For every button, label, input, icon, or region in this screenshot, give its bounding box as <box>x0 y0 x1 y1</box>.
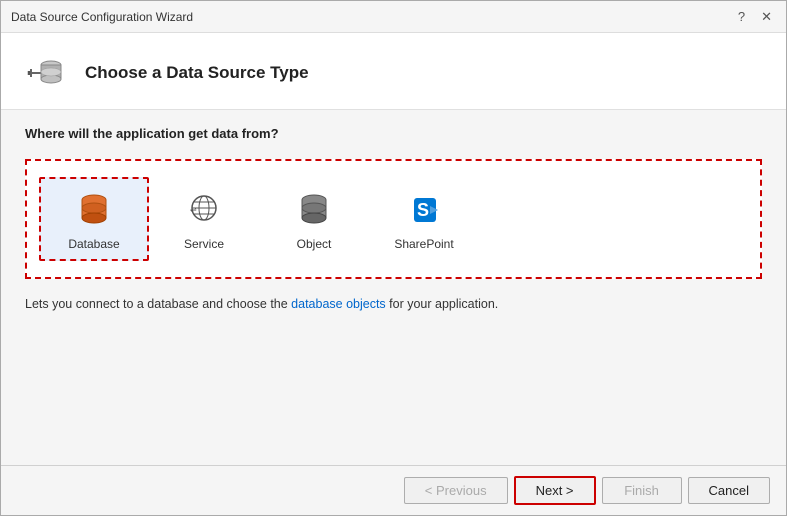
next-button[interactable]: Next > <box>514 476 596 505</box>
dialog-window: Data Source Configuration Wizard ? ✕ Cho… <box>0 0 787 516</box>
object-icon <box>291 187 337 233</box>
header-section: Choose a Data Source Type <box>1 33 786 110</box>
svg-text:⇌: ⇌ <box>190 205 197 214</box>
sharepoint-icon: S <box>401 187 447 233</box>
datasource-database-label: Database <box>68 237 119 251</box>
cancel-button[interactable]: Cancel <box>688 477 770 504</box>
titlebar-buttons: ? ✕ <box>734 9 776 25</box>
service-icon: ⇌ <box>181 187 227 233</box>
header-title: Choose a Data Source Type <box>85 63 309 83</box>
description-link: database objects <box>291 297 386 311</box>
datasource-selection-box: Database ⇌ Service <box>25 159 762 279</box>
question-label: Where will the application get data from… <box>25 126 762 141</box>
svg-text:S: S <box>417 200 429 220</box>
datasource-service-label: Service <box>184 237 224 251</box>
previous-button[interactable]: < Previous <box>404 477 508 504</box>
header-db-icon <box>23 51 67 95</box>
datasource-item-database[interactable]: Database <box>39 177 149 261</box>
finish-button[interactable]: Finish <box>602 477 682 504</box>
footer-section: < Previous Next > Finish Cancel <box>1 465 786 515</box>
database-icon <box>71 187 117 233</box>
wizard-icon <box>21 49 69 97</box>
datasource-item-sharepoint[interactable]: S SharePoint <box>369 177 479 261</box>
titlebar-title: Data Source Configuration Wizard <box>11 10 193 24</box>
content-section: Where will the application get data from… <box>1 110 786 465</box>
titlebar: Data Source Configuration Wizard ? ✕ <box>1 1 786 33</box>
help-button[interactable]: ? <box>734 9 749 24</box>
close-button[interactable]: ✕ <box>757 9 776 25</box>
datasource-item-service[interactable]: ⇌ Service <box>149 177 259 261</box>
datasource-sharepoint-label: SharePoint <box>394 237 453 251</box>
datasource-object-label: Object <box>297 237 332 251</box>
datasource-item-object[interactable]: Object <box>259 177 369 261</box>
description-section: Lets you connect to a database and choos… <box>25 291 762 318</box>
